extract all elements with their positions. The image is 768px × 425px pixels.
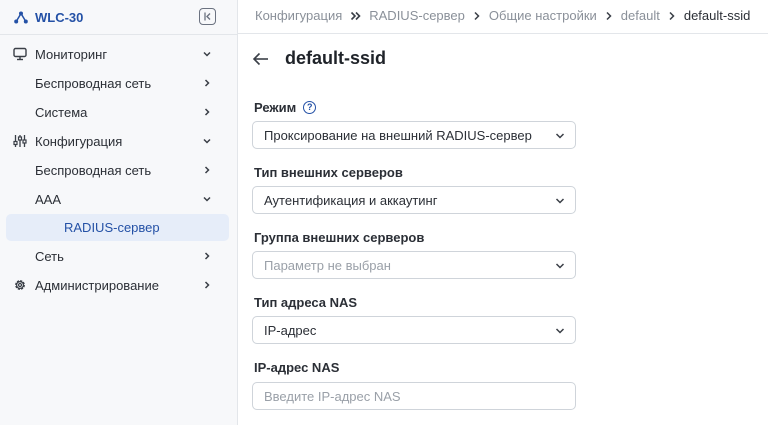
sidebar-item-system[interactable]: Система [6,99,229,126]
chevron-down-icon [555,328,565,334]
sidebar-item-label: Система [35,105,88,120]
server-type-select-value: Аутентификация и аккаутинг [264,193,438,208]
sidebar-item-administration[interactable]: Администрирование [6,272,229,299]
mode-select[interactable]: Проксирование на внешний RADIUS-сервер [252,121,576,149]
back-button[interactable] [252,51,270,67]
chevron-down-icon [203,138,211,144]
nas-type-label: Тип адреса NAS [254,295,357,310]
chevron-down-icon [203,196,211,202]
sidebar-item-monitoring[interactable]: Мониторинг [6,41,229,68]
sidebar-item-label: Мониторинг [35,47,108,62]
sidebar-item-label: Администрирование [35,278,159,293]
server-group-select-placeholder: Параметр не выбран [264,258,391,273]
gear-icon [15,280,25,290]
brand-name: WLC-30 [35,9,84,25]
mode-select-value: Проксирование на внешний RADIUS-сервер [264,128,532,143]
sidebar-item-label: Беспроводная сеть [35,163,152,178]
chevron-down-icon [555,263,565,269]
sidebar-item-label: RADIUS-сервер [64,220,160,235]
chevron-right-icon [204,252,210,260]
breadcrumb-bar: Конфигурация RADIUS-сервер Общие настрой… [238,0,768,34]
nas-ip-input[interactable] [253,383,575,409]
help-icon[interactable]: ? [303,101,317,114]
sidebar-item-config-wireless[interactable]: Беспроводная сеть [6,157,229,184]
breadcrumb-item-configuration[interactable]: Конфигурация [255,8,342,23]
chevron-down-icon [555,198,565,204]
chevron-right-icon [204,281,210,289]
breadcrumb-item-radius-server[interactable]: RADIUS-сервер [369,8,465,23]
mode-label-text: Режим [254,100,297,115]
network-logo-icon [14,11,28,23]
nas-ip-field[interactable] [252,382,576,410]
brand[interactable]: WLC-30 [14,8,83,26]
sidebar-item-radius-server[interactable]: RADIUS-сервер [6,214,229,241]
chevron-left-icon [204,12,211,21]
nas-type-select[interactable]: IP-адрес [252,316,576,344]
chevron-down-icon [555,133,565,139]
breadcrumb: Конфигурация RADIUS-сервер Общие настрой… [255,8,750,23]
server-group-label-text: Группа внешних серверов [254,230,425,245]
chevron-right-icon [204,108,210,116]
arrow-left-icon [252,52,268,66]
chevron-right-icon [204,79,210,87]
nas-type-label-text: Тип адреса NAS [254,295,358,310]
chevron-down-icon [203,51,211,57]
breadcrumb-item-general-settings[interactable]: Общие настройки [489,8,597,23]
server-type-select[interactable]: Аутентификация и аккаутинг [252,186,576,214]
server-group-label: Группа внешних серверов [254,230,424,245]
server-type-label-text: Тип внешних серверов [254,165,403,180]
sidebar-item-configuration[interactable]: Конфигурация [6,128,229,155]
sliders-icon [13,135,27,147]
sidebar: WLC-30 Мониторинг Беспроводная сеть Сист… [0,0,238,425]
breadcrumb-item-current: default-ssid [683,8,751,23]
sidebar-item-label: Сеть [35,249,64,264]
double-chevron-right-icon [350,11,361,21]
nas-ip-label: IP-адрес NAS [254,360,339,375]
sidebar-divider [0,34,237,35]
sidebar-item-label: Конфигурация [35,134,123,149]
monitor-icon [13,47,27,61]
sidebar-item-network[interactable]: Сеть [6,243,229,270]
server-type-label: Тип внешних серверов [254,165,403,180]
chevron-right-icon [473,11,481,21]
chevron-right-icon [668,11,676,21]
mode-label: Режим ? [254,100,317,115]
breadcrumb-item-default[interactable]: default [621,8,660,23]
chevron-right-icon [204,166,210,174]
nas-type-select-value: IP-адрес [264,323,317,338]
page-title: default-ssid [285,48,387,68]
chevron-right-icon [605,11,613,21]
server-group-select[interactable]: Параметр не выбран [252,251,576,279]
sidebar-item-label: AAA [35,192,62,207]
nas-ip-label-text: IP-адрес NAS [254,360,340,375]
sidebar-item-aaa[interactable]: AAA [6,186,229,213]
sidebar-item-monitoring-wireless[interactable]: Беспроводная сеть [6,70,229,97]
collapse-sidebar-button[interactable] [199,8,216,25]
sidebar-item-label: Беспроводная сеть [35,76,152,91]
